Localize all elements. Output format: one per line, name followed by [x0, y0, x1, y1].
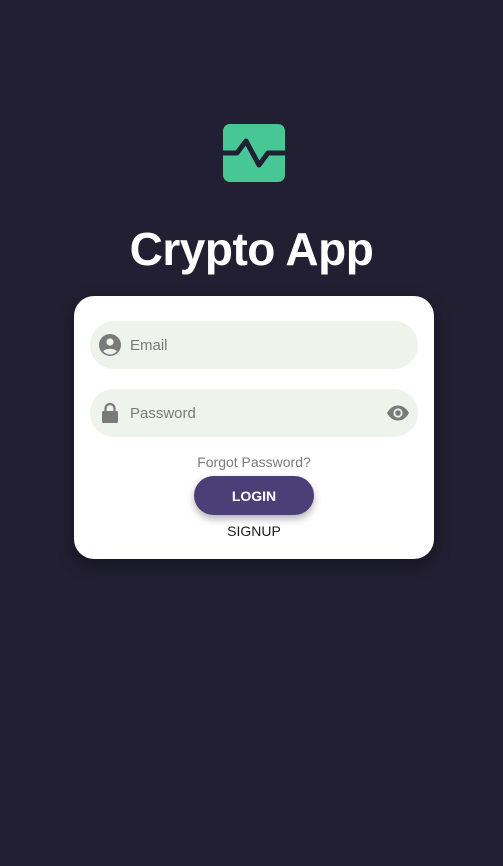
eye-icon[interactable] [386, 401, 410, 425]
login-card: Forgot Password? LOGIN SIGNUP [74, 296, 434, 559]
password-field[interactable] [130, 389, 370, 437]
app-logo [223, 124, 285, 182]
pulse-line-icon [223, 138, 285, 168]
lock-icon [102, 402, 118, 423]
app-title: Crypto App [129, 223, 374, 275]
email-field[interactable] [130, 321, 370, 369]
forgot-password-link[interactable]: Forgot Password? [74, 453, 434, 471]
login-button[interactable]: LOGIN [194, 476, 314, 515]
account-circle-icon [99, 334, 121, 356]
password-field-container [90, 389, 418, 437]
email-field-container [90, 321, 418, 369]
signup-button[interactable]: SIGNUP [74, 522, 434, 540]
